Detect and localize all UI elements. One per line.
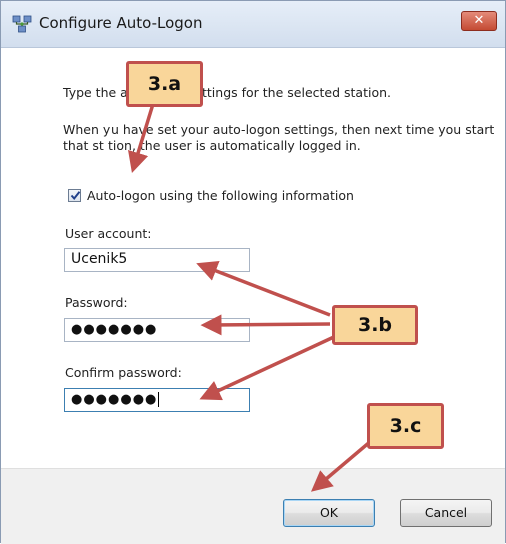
cancel-button[interactable]: Cancel [400,499,492,527]
configure-auto-logon-dialog: Configure Auto-Logon ✕ Type the a ttings… [0,0,506,544]
callout-3a: 3.a [126,61,203,107]
callout-3b: 3.b [332,305,418,345]
intro-text-start: Type the a [63,85,128,100]
intro-text-end: ttings for the selected station. [202,85,391,100]
auto-logon-checkbox[interactable] [68,189,81,202]
ok-button[interactable]: OK [283,499,375,527]
info-text-line2-start: that st [63,138,104,153]
password-input[interactable]: ●●●●●●● [64,318,250,342]
auto-logon-checkbox-label[interactable]: Auto-logon using the following informati… [87,188,354,203]
close-button[interactable]: ✕ [461,11,497,31]
text-caret [158,392,160,407]
network-stations-icon [11,13,33,35]
password-label: Password: [65,295,128,310]
user-account-label: User account: [65,226,152,241]
title-bar: Configure Auto-Logon ✕ [1,1,505,48]
confirm-password-value: ●●●●●●● [71,392,158,407]
info-text-line1-start: When y [63,122,111,137]
checkmark-icon [70,191,81,201]
user-account-input[interactable]: Ucenik5 [64,248,250,272]
confirm-password-label: Confirm password: [65,365,182,380]
confirm-password-input[interactable]: ●●●●●●● [64,388,250,412]
callout-3c: 3.c [367,403,444,449]
info-text-line1-end: u have set your auto-logon settings, the… [111,122,495,137]
info-text-line2-end: tion, the user is automatically logged i… [108,138,361,153]
window-title: Configure Auto-Logon [39,14,203,32]
